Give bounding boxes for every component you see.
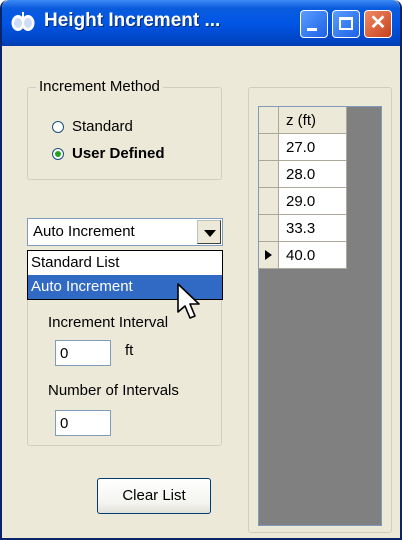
radio-standard-label: Standard (72, 118, 133, 135)
maximize-button[interactable] (332, 10, 360, 38)
radio-standard-dot[interactable] (52, 120, 64, 133)
increment-interval-input[interactable] (55, 340, 111, 366)
heights-grid[interactable]: z (ft) 27.0 28.0 29.0 33.3 40.0 (258, 106, 382, 526)
radio-user-defined-label: User Defined (72, 145, 165, 162)
row-selector[interactable] (259, 188, 279, 215)
chevron-down-icon (204, 230, 216, 237)
table-row[interactable]: 28.0 (259, 161, 347, 188)
grid-cell[interactable]: 40.0 (279, 242, 347, 269)
title-bar[interactable]: Height Increment ... ✕ (2, 0, 400, 46)
height-increment-window: Height Increment ... ✕ Increment Method … (0, 0, 402, 540)
window-title: Height Increment ... (44, 10, 221, 31)
lung-icon (11, 12, 35, 31)
close-button[interactable]: ✕ (364, 10, 392, 38)
interval-unit-label: ft (125, 342, 134, 359)
number-of-intervals-input[interactable] (55, 410, 111, 436)
table-row[interactable]: 29.0 (259, 188, 347, 215)
radio-standard[interactable]: Standard (52, 118, 133, 135)
table-row[interactable]: 33.3 (259, 215, 347, 242)
combo-dropdown-button[interactable] (197, 220, 221, 244)
close-icon: ✕ (369, 12, 387, 34)
dropdown-option-standard-list[interactable]: Standard List (28, 251, 222, 275)
combo-selected-value: Auto Increment (33, 223, 135, 240)
increment-method-group: Increment Method Standard User Defined (27, 78, 222, 180)
row-selector[interactable] (259, 215, 279, 242)
row-selector[interactable] (259, 161, 279, 188)
grid-cell[interactable]: 33.3 (279, 215, 347, 242)
grid-corner-cell (259, 107, 279, 134)
grid-header-row: z (ft) (259, 107, 347, 134)
grid-column-header[interactable]: z (ft) (279, 107, 347, 134)
current-row-pointer-icon (265, 250, 272, 260)
row-selector[interactable] (259, 134, 279, 161)
table-row[interactable]: 40.0 (259, 242, 347, 269)
clear-list-button[interactable]: Clear List (97, 478, 211, 514)
mouse-pointer-icon (177, 283, 200, 319)
maximize-icon (339, 17, 353, 30)
grid-cell[interactable]: 27.0 (279, 134, 347, 161)
grid-cell[interactable]: 29.0 (279, 188, 347, 215)
minimize-icon (307, 28, 317, 31)
increment-interval-label: Increment Interval (48, 314, 169, 331)
grid-cell[interactable]: 28.0 (279, 161, 347, 188)
row-selector-current[interactable] (259, 242, 279, 269)
mode-combobox[interactable]: Auto Increment (27, 218, 223, 246)
number-of-intervals-label: Number of Intervals (48, 382, 179, 399)
radio-user-defined[interactable]: User Defined (52, 145, 165, 162)
minimize-button[interactable] (300, 10, 328, 38)
table-row[interactable]: 27.0 (259, 134, 347, 161)
radio-user-defined-dot[interactable] (52, 147, 64, 160)
increment-method-label: Increment Method (36, 78, 163, 95)
